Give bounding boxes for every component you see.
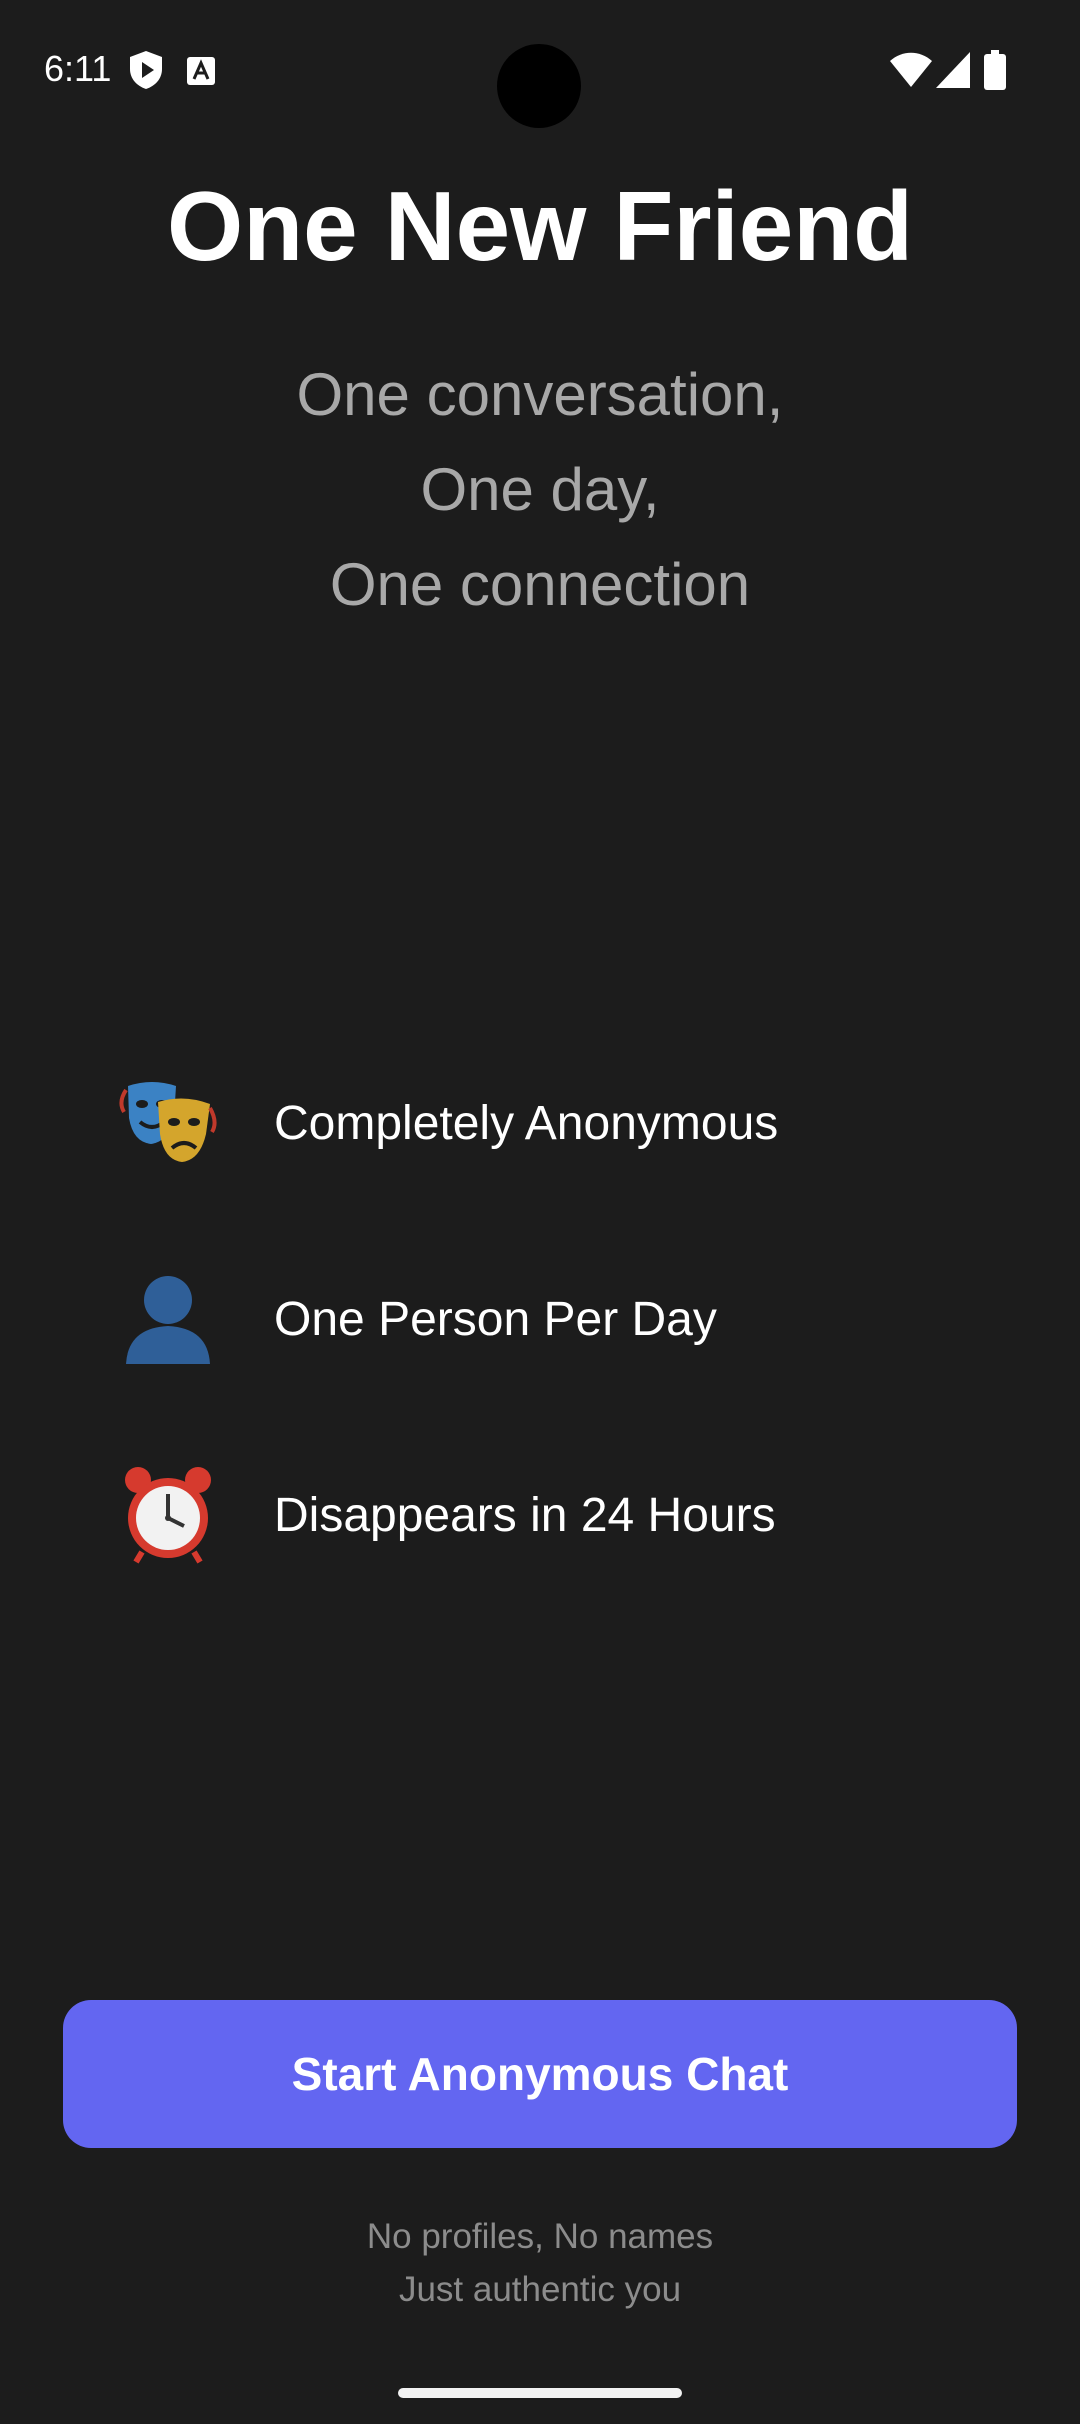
feature-item-disappears: Disappears in 24 Hours (118, 1464, 1018, 1574)
cell-signal-icon (936, 52, 970, 93)
footnote-line: No profiles, No names (366, 2217, 714, 2256)
footnote-line: Just authentic you (398, 2270, 682, 2309)
tagline-line: One day, (420, 456, 660, 523)
theater-masks-icon (118, 1072, 218, 1172)
feature-label: Completely Anonymous (274, 1097, 779, 1150)
feature-item-anonymous: Completely Anonymous (118, 1072, 1018, 1182)
alarm-clock-icon (118, 1464, 218, 1564)
battery-icon (984, 50, 1006, 95)
home-indicator[interactable] (398, 2388, 682, 2398)
person-silhouette-icon (118, 1268, 218, 1368)
camera-cutout (497, 44, 581, 128)
welcome-screen: 6:11 One New Friend One conversation, On… (0, 0, 1080, 2424)
app-title: One New Friend (166, 171, 913, 281)
feature-item-one-person: One Person Per Day (118, 1268, 1018, 1378)
feature-label: One Person Per Day (274, 1293, 717, 1346)
shield-play-icon (128, 50, 164, 95)
text-a-icon (186, 56, 216, 91)
wifi-icon (890, 52, 932, 93)
tagline-line: One conversation, (296, 361, 784, 428)
tagline-line: One connection (329, 551, 751, 618)
feature-label: Disappears in 24 Hours (274, 1489, 776, 1542)
status-time: 6:11 (44, 48, 112, 89)
start-anonymous-chat-button[interactable]: Start Anonymous Chat (63, 2000, 1017, 2148)
